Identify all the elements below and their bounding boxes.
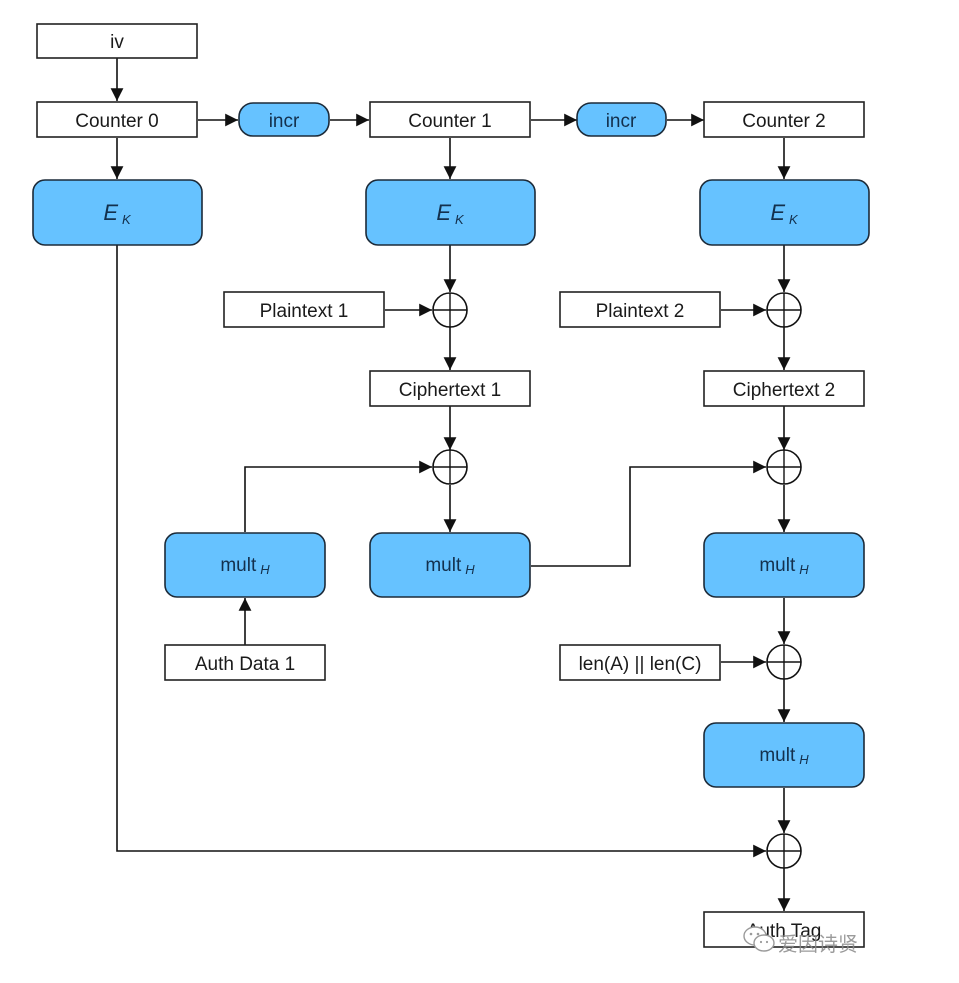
ciphertext1-label: Ciphertext 1 [399,380,501,401]
mult1-block: mult H [369,532,531,598]
len-box: len(A) || len(C) [559,644,721,681]
ciphertext2-label: Ciphertext 2 [733,380,835,401]
plaintext2-box: Plaintext 2 [559,291,721,328]
iv-box: iv [36,23,198,59]
xor-icon [766,644,802,680]
counter0-label: Counter 0 [75,111,158,132]
len-label: len(A) || len(C) [579,654,702,675]
auth-data1-label: Auth Data 1 [195,654,295,675]
wechat-icon [743,926,775,952]
counter0-box: Counter 0 [36,101,198,138]
plaintext1-box: Plaintext 1 [223,291,385,328]
xor-icon [766,449,802,485]
xor-icon [432,292,468,328]
gcm-diagram: iv Counter 0 Counter 1 Counter 2 Plainte… [32,23,870,948]
ek2-block: EK [699,179,870,246]
plaintext1-label: Plaintext 1 [260,301,349,322]
incr1-block: incr [238,102,330,137]
xor-icon [432,449,468,485]
auth-data1-box: Auth Data 1 [164,644,326,681]
ek1-block: EK [365,179,536,246]
mult-a-block: mult H [164,532,326,598]
mult3-block: mult H [703,722,865,788]
iv-label: iv [110,32,124,53]
counter1-label: Counter 1 [408,111,491,132]
plaintext2-label: Plaintext 2 [596,301,685,322]
ek0-block: EK [32,179,203,246]
incr2-block: incr [576,102,667,137]
xor-icon [766,833,802,869]
watermark-text: 爱因诗贤 [778,932,858,956]
edge-multa-xor [244,460,432,532]
incr1-label: incr [269,111,300,132]
mult2-block: mult H [703,532,865,598]
xor-icon [766,292,802,328]
counter2-box: Counter 2 [703,101,865,138]
ciphertext1-box: Ciphertext 1 [369,370,531,407]
ciphertext2-box: Ciphertext 2 [703,370,865,407]
counter2-label: Counter 2 [742,111,825,132]
counter1-box: Counter 1 [369,101,531,138]
incr2-label: incr [606,111,637,132]
